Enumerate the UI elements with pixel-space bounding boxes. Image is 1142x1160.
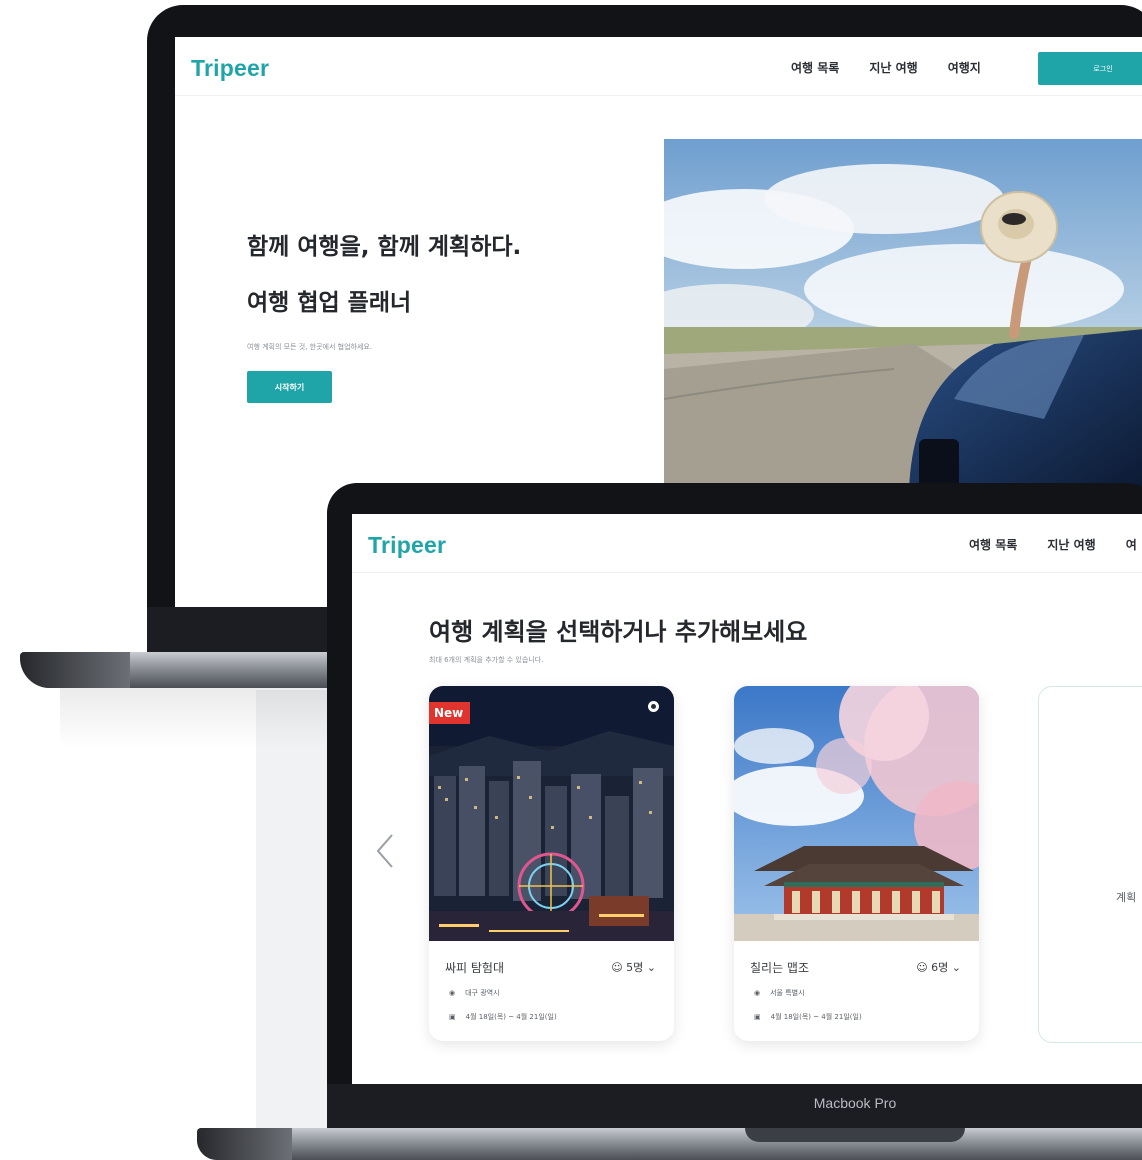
card-photo-night-city [429, 686, 674, 941]
front-laptop-base-edge [197, 1128, 292, 1160]
back-laptop-base-edge [20, 652, 130, 688]
trip-card[interactable]: New 싸피 탐험대 ☺ 5명 ⌄ ◉ 대구 광역시 ▣ 4월 18일(목) ~… [429, 686, 674, 1041]
logo[interactable]: Tripeer [191, 55, 269, 82]
section-title: 여행 계획을 선택하거나 추가해보세요 [429, 618, 808, 646]
location-pin-icon: ◉ [754, 989, 761, 997]
hero-title: 함께 여행을, 함께 계획하다. [247, 234, 522, 260]
new-badge: New [429, 702, 471, 724]
card-dates-text: 4월 18일(목) ~ 4월 21일(일) [465, 1013, 557, 1021]
nav-links: 여행 목록 지난 여행 여행지 [791, 59, 981, 76]
hero-subtitle: 여행 협업 플래너 [247, 290, 412, 316]
device-label: Macbook Pro [813, 1095, 897, 1111]
add-trip-label[interactable]: 계획 [1116, 889, 1136, 905]
chevron-left-icon[interactable] [372, 831, 400, 871]
card-location: ◉ 서울 특별시 [754, 988, 805, 998]
card-location: ◉ 대구 광역시 [449, 988, 500, 998]
hero-description: 여행 계획의 모든 것, 한곳에서 협업하세요. [247, 343, 373, 351]
logo[interactable]: Tripeer [368, 532, 446, 559]
nav-destinations[interactable]: 여행지 [948, 59, 981, 76]
close-icon[interactable] [647, 700, 660, 713]
section-subtitle: 최대 6개의 계획을 추가할 수 있습니다. [429, 656, 544, 664]
hero-photo [664, 139, 1142, 489]
card-location-text: 대구 광역시 [465, 989, 500, 997]
member-count-value: 6명 [931, 961, 949, 974]
nav-links: 여행 목록 지난 여행 여 [969, 536, 1137, 553]
top-nav: Tripeer 여행 목록 지난 여행 여행지 로그인 [175, 37, 1142, 96]
card-title: 칠리는 맵조 [750, 961, 810, 975]
nav-past-trips[interactable]: 지난 여행 [1047, 536, 1095, 553]
chevron-down-icon: ⌄ [951, 961, 961, 974]
trip-card[interactable]: 칠리는 맵조 ☺ 6명 ⌄ ◉ 서울 특별시 ▣ 4월 18일(목) ~ 4월 … [734, 686, 979, 1041]
card-dates: ▣ 4월 18일(목) ~ 4월 21일(일) [449, 1012, 557, 1022]
front-laptop-screen: Tripeer 여행 목록 지난 여행 여 여행 계획을 선택하거나 추가해보세… [352, 514, 1142, 1084]
card-photo-palace-blossom [734, 686, 979, 941]
nav-trip-list[interactable]: 여행 목록 [791, 59, 839, 76]
chevron-down-icon: ⌄ [646, 961, 656, 974]
card-dates-text: 4월 18일(목) ~ 4월 21일(일) [770, 1013, 862, 1021]
member-count[interactable]: ☺ 5명 ⌄ [611, 959, 656, 975]
user-icon: ☺ [611, 961, 623, 974]
add-trip-card[interactable] [1038, 686, 1142, 1043]
start-button[interactable]: 시작하기 [247, 371, 332, 403]
card-location-text: 서울 특별시 [770, 989, 805, 997]
calendar-icon: ▣ [754, 1013, 761, 1021]
card-dates: ▣ 4월 18일(목) ~ 4월 21일(일) [754, 1012, 862, 1022]
front-laptop: Tripeer 여행 목록 지난 여행 여 여행 계획을 선택하거나 추가해보세… [327, 483, 1142, 1128]
nav-past-trips[interactable]: 지난 여행 [869, 59, 917, 76]
card-title: 싸피 탐험대 [445, 961, 505, 975]
calendar-icon: ▣ [449, 1013, 456, 1021]
member-count[interactable]: ☺ 6명 ⌄ [916, 959, 961, 975]
nav-destinations[interactable]: 여 [1126, 536, 1137, 553]
user-icon: ☺ [916, 961, 928, 974]
location-pin-icon: ◉ [449, 989, 456, 997]
login-button[interactable]: 로그인 [1038, 52, 1142, 85]
top-nav: Tripeer 여행 목록 지난 여행 여 [352, 514, 1142, 573]
nav-trip-list[interactable]: 여행 목록 [969, 536, 1017, 553]
front-laptop-base [197, 1128, 1142, 1160]
member-count-value: 5명 [626, 961, 644, 974]
front-laptop-groove [745, 1128, 965, 1142]
